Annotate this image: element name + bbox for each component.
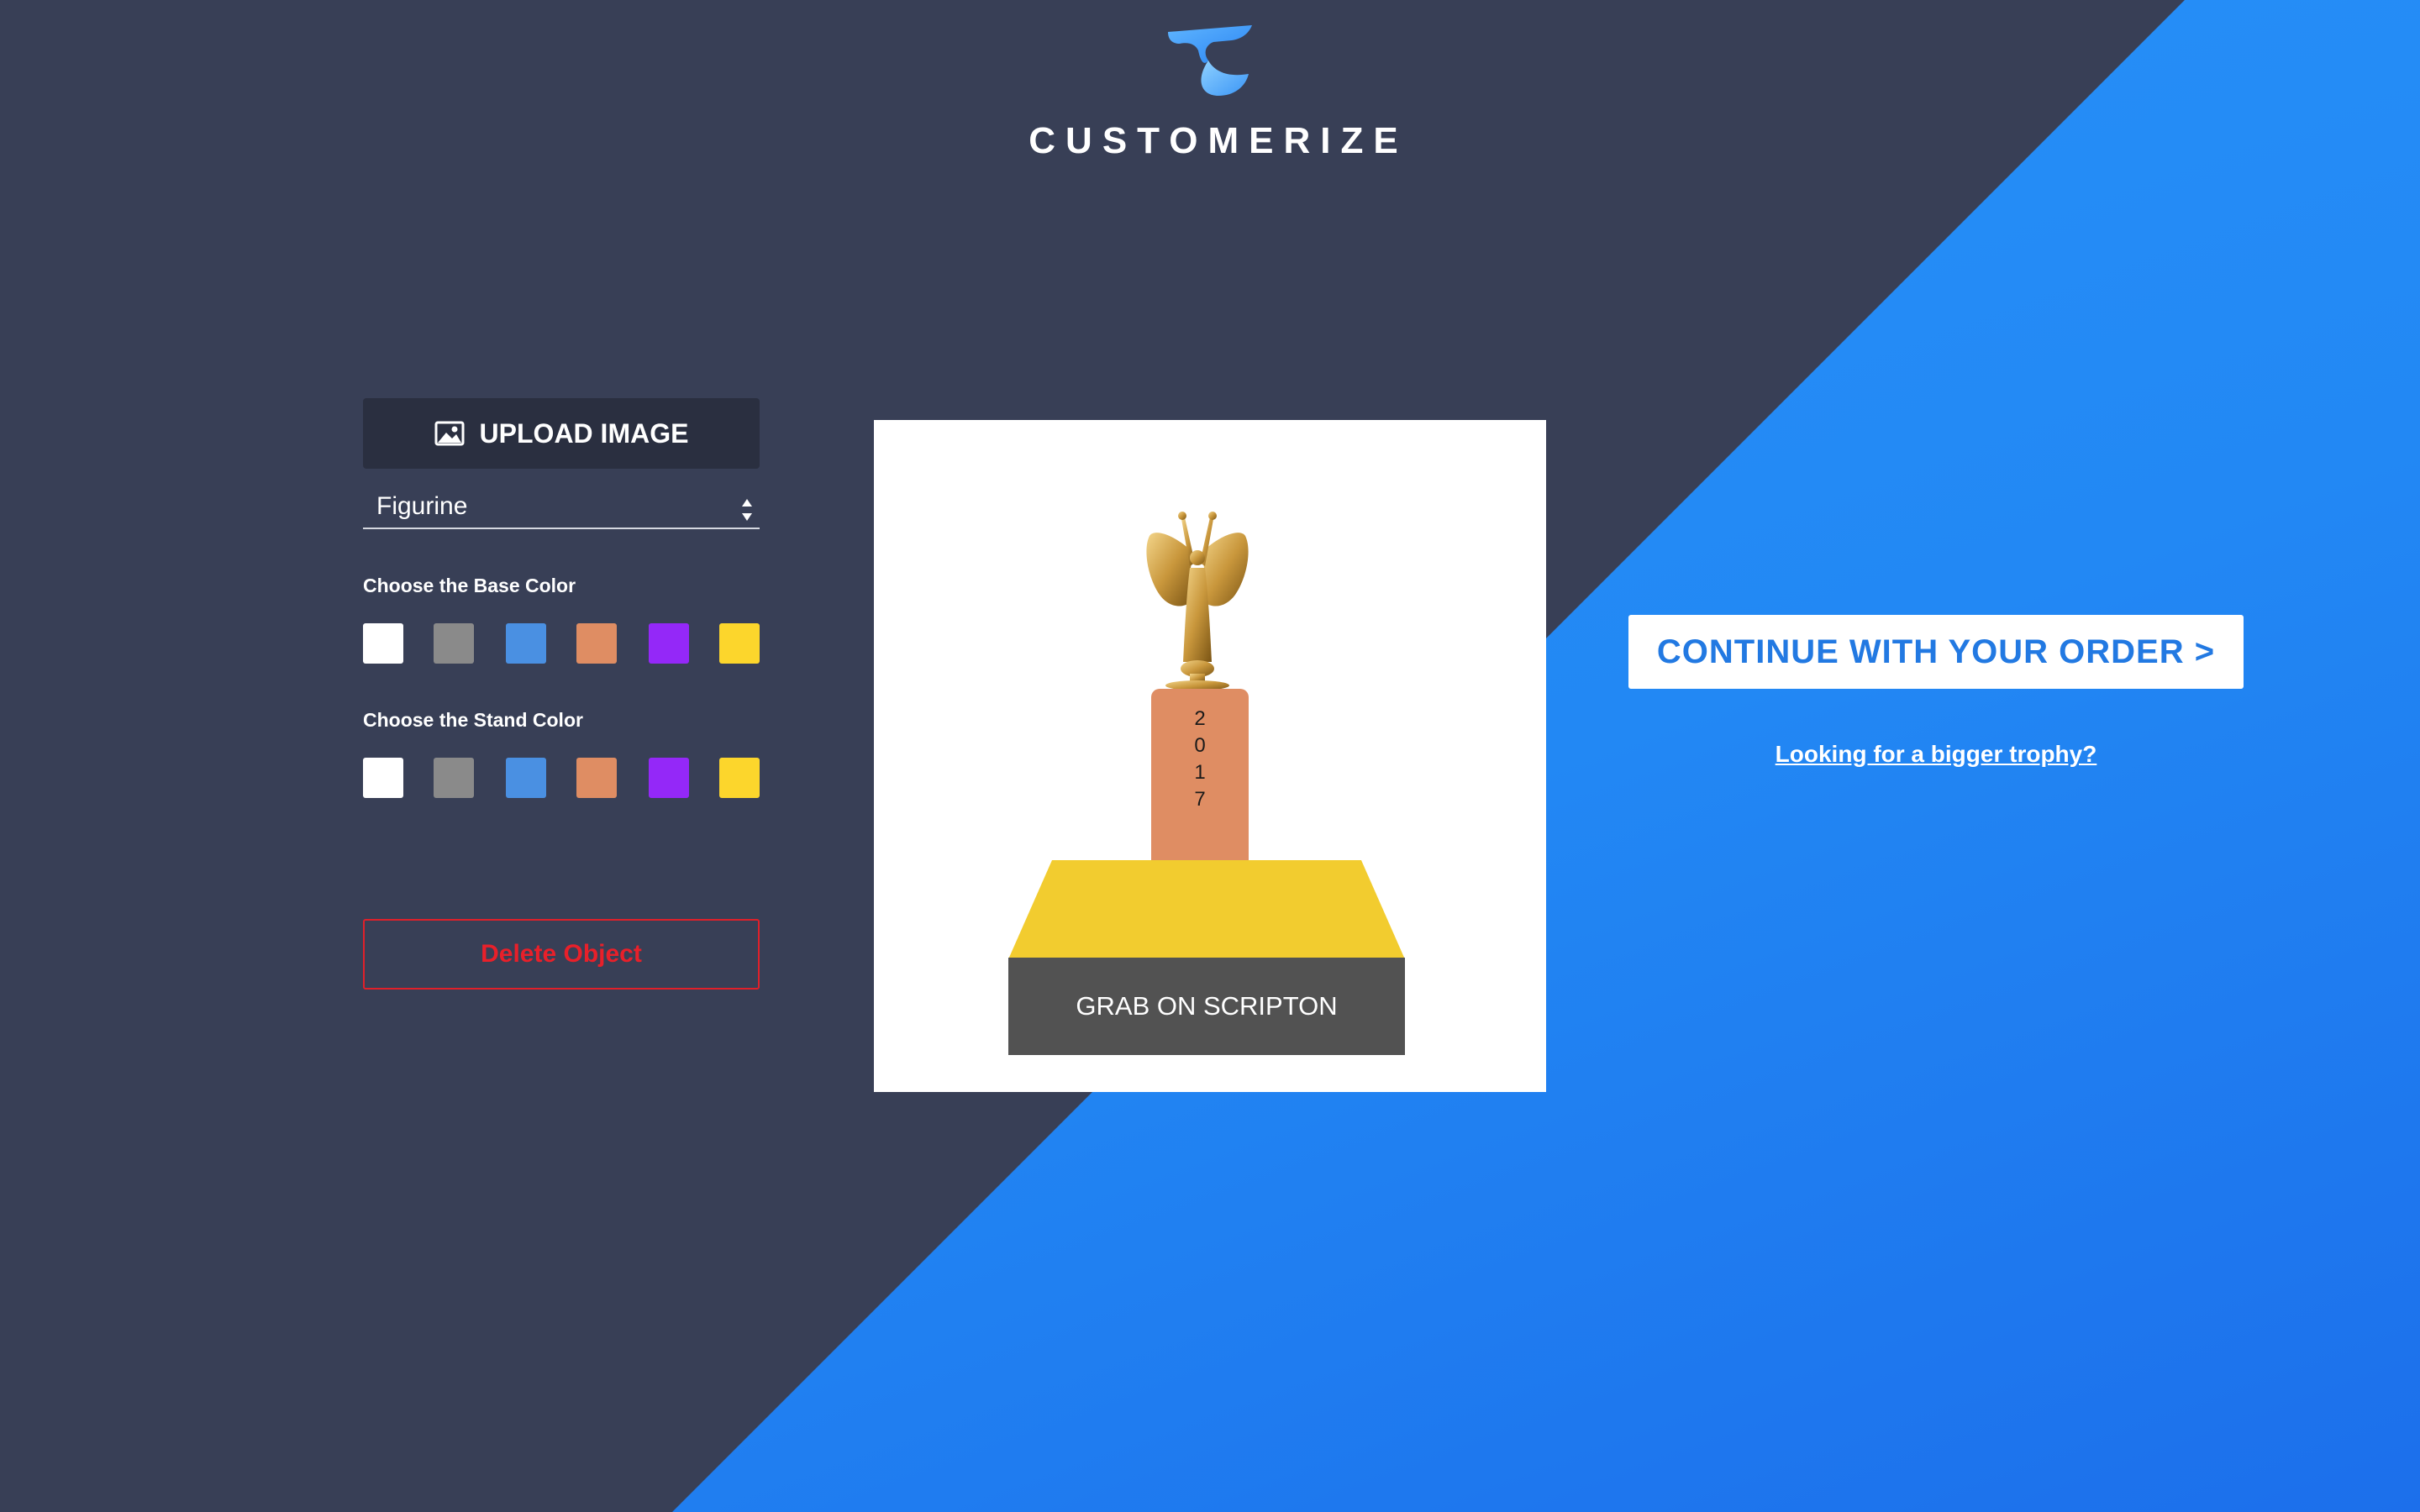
trophy-base-plate[interactable]: GRAB ON SCRIPTON: [1008, 958, 1405, 1055]
stand-year-digit: 7: [1194, 788, 1206, 811]
image-icon: [434, 421, 465, 446]
base-color-swatch-3[interactable]: [506, 623, 546, 664]
continue-order-label: CONTINUE WITH YOUR ORDER >: [1656, 633, 2216, 670]
figure-select-value: Figurine: [376, 492, 468, 520]
stand-color-swatch-6[interactable]: [719, 758, 760, 798]
stand-color-swatch-2[interactable]: [434, 758, 474, 798]
trophy-base-top[interactable]: [1008, 860, 1405, 959]
delete-object-button[interactable]: Delete Object: [363, 919, 760, 990]
stand-color-swatch-1[interactable]: [363, 758, 403, 798]
delete-object-label: Delete Object: [481, 940, 642, 968]
continue-order-button[interactable]: CONTINUE WITH YOUR ORDER >: [1628, 615, 2244, 689]
plate-text: GRAB ON SCRIPTON: [1076, 991, 1338, 1021]
stand-color-swatch-5[interactable]: [649, 758, 689, 798]
base-color-swatch-5[interactable]: [649, 623, 689, 664]
base-color-swatch-6[interactable]: [719, 623, 760, 664]
stand-color-label: Choose the Stand Color: [363, 709, 583, 731]
select-arrows-icon: [742, 499, 752, 521]
stand-year-digit: 0: [1194, 734, 1206, 757]
base-color-swatch-1[interactable]: [363, 623, 403, 664]
stand-color-swatch-3[interactable]: [506, 758, 546, 798]
stand-color-swatch-4[interactable]: [576, 758, 617, 798]
brand-name: CUSTOMERIZE: [1028, 120, 1408, 161]
stand-year-digit: 2: [1194, 707, 1206, 730]
figure-type-select[interactable]: Figurine: [363, 489, 760, 529]
base-color-swatch-4[interactable]: [576, 623, 617, 664]
bigger-trophy-link[interactable]: Looking for a bigger trophy?: [1628, 741, 2244, 768]
base-color-swatch-2[interactable]: [434, 623, 474, 664]
winged-victory-figurine-icon[interactable]: [1134, 502, 1260, 696]
customerize-logo-icon: [1168, 25, 1252, 96]
stand-year-digit: 1: [1194, 761, 1206, 784]
base-color-label: Choose the Base Color: [363, 575, 576, 596]
stand-year-text: 2 0 1 7: [1151, 706, 1249, 813]
upload-image-label: UPLOAD IMAGE: [479, 417, 689, 449]
upload-image-button[interactable]: UPLOAD IMAGE: [363, 398, 760, 469]
trophy-stand[interactable]: 2 0 1 7: [1151, 689, 1249, 862]
